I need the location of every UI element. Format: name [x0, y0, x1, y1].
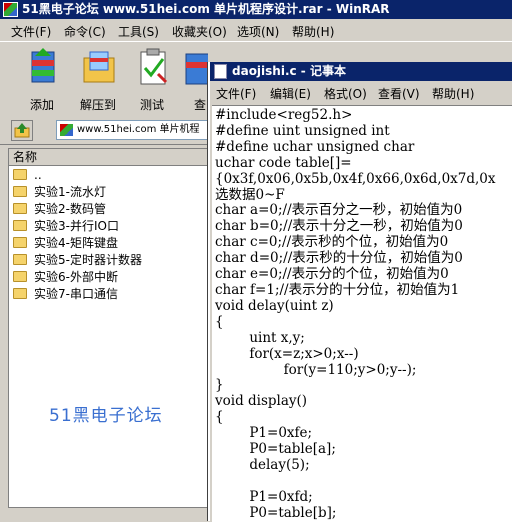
notepad-title-bar: daojishi.c - 记事本	[210, 62, 512, 81]
code-line: char b=0;//表示十分之一秒，初始值为0	[215, 218, 463, 235]
code-line: for(y=110;y>0;y--);	[215, 361, 417, 378]
notepad-window: daojishi.c - 记事本 文件(F) 编辑(E) 格式(O) 查看(V)…	[208, 62, 512, 522]
code-line: delay(5);	[215, 456, 310, 473]
folder-icon	[13, 169, 27, 180]
folder-icon	[13, 237, 27, 248]
extract-to-label: 解压到	[79, 98, 116, 112]
np-menu-help[interactable]: 帮助(H)	[432, 85, 474, 102]
code-line: char d=0;//表示秒的十分位，初始值为0	[215, 250, 463, 267]
up-folder-button[interactable]	[11, 120, 33, 141]
np-menu-file[interactable]: 文件(F)	[216, 85, 256, 102]
winrar-app-icon	[3, 2, 18, 17]
folder-icon	[13, 271, 27, 282]
code-line: char a=0;//表示百分之一秒，初始值为0	[215, 202, 463, 219]
code-line: uchar code table[]=	[215, 154, 352, 171]
code-line: }	[215, 377, 224, 394]
file-name: 实验7-串口通信	[34, 287, 118, 301]
code-line: char e=0;//表示分的个位，初始值为0	[215, 266, 449, 283]
winrar-title-bar: 51黑电子论坛 www.51hei.com 单片机程序设计.rar - WinR…	[0, 0, 512, 19]
rar-menu-help[interactable]: 帮助(H)	[292, 23, 334, 40]
file-row-6[interactable]: 实验6-外部中断	[13, 269, 118, 286]
file-name: 实验2-数码管	[34, 202, 106, 216]
file-name: 实验1-流水灯	[34, 185, 106, 199]
code-line: P1=0xfe;	[215, 425, 313, 442]
code-line: {	[215, 313, 224, 330]
archive-path-text: www.51hei.com 单片机程	[77, 124, 200, 135]
extract-to-button[interactable]: 解压到	[74, 48, 122, 112]
column-header-name[interactable]: 名称	[9, 149, 207, 166]
rar-menu-tools[interactable]: 工具(S)	[118, 23, 159, 40]
code-line: {	[215, 409, 224, 426]
file-row-7[interactable]: 实验7-串口通信	[13, 286, 118, 303]
file-row-3[interactable]: 实验3-并行IO口	[13, 218, 119, 235]
file-row-parent[interactable]: ..	[13, 167, 42, 184]
file-row-4[interactable]: 实验4-矩阵键盘	[13, 235, 118, 252]
view-icon	[185, 53, 208, 85]
rar-menu-file[interactable]: 文件(F)	[11, 23, 51, 40]
test-button[interactable]: 测试	[128, 48, 176, 112]
file-list: 名称 .. 实验1-流水灯 实验2-数码管 实验3-并行IO口 实验4-矩阵键盘…	[8, 148, 208, 508]
code-line: P0=table[a];	[215, 441, 336, 458]
rar-menu-favorites[interactable]: 收藏夹(O)	[172, 23, 227, 40]
winrar-window-title: 51黑电子论坛 www.51hei.com 单片机程序设计.rar - WinR…	[22, 2, 390, 16]
code-line: uint x,y;	[215, 329, 305, 346]
add-button[interactable]: 添加	[18, 48, 66, 112]
code-line: char c=0;//表示秒的个位，初始值为0	[215, 234, 449, 251]
code-line: P1=0xfd;	[215, 488, 313, 505]
notepad-app-icon	[214, 64, 227, 79]
np-menu-view[interactable]: 查看(V)	[378, 85, 420, 102]
code-line: #define uchar unsigned char	[215, 138, 415, 155]
notepad-menu-bar: 文件(F) 编辑(E) 格式(O) 查看(V) 帮助(H)	[210, 81, 512, 103]
folder-icon	[13, 220, 27, 231]
winrar-status-bar	[0, 510, 210, 521]
winrar-menu-bar: 文件(F) 命令(C) 工具(S) 收藏夹(O) 选项(N) 帮助(H)	[0, 19, 512, 41]
np-menu-format[interactable]: 格式(O)	[324, 85, 367, 102]
file-row-5[interactable]: 实验5-定时器计数器	[13, 252, 142, 269]
source-code-text: #include<reg52.h> #define uint unsigned i…	[212, 106, 512, 522]
file-row-2[interactable]: 实验2-数码管	[13, 201, 106, 218]
view-button-label: 查	[194, 98, 207, 112]
archive-icon	[60, 124, 73, 136]
code-line: #define uint unsigned int	[215, 122, 390, 139]
file-row-1[interactable]: 实验1-流水灯	[13, 184, 106, 201]
folder-icon	[13, 186, 27, 197]
file-name: 实验4-矩阵键盘	[34, 236, 118, 250]
code-line: {0x3f,0x06,0x5b,0x4f,0x66,0x6d,0x7d,0x	[215, 170, 496, 187]
extract-folder-icon	[83, 51, 115, 83]
column-name-label: 名称	[13, 150, 38, 164]
file-name: 实验6-外部中断	[34, 270, 118, 284]
code-line: P0=table[b];	[215, 504, 337, 521]
add-button-label: 添加	[29, 98, 54, 112]
folder-icon	[13, 288, 27, 299]
notepad-window-title: daojishi.c - 记事本	[232, 64, 346, 78]
rar-menu-options[interactable]: 选项(N)	[237, 23, 279, 40]
test-button-label: 测试	[139, 98, 164, 112]
add-archive-icon	[31, 48, 55, 83]
file-name: 实验5-定时器计数器	[34, 253, 142, 267]
code-line: void delay(uint z)	[215, 297, 334, 314]
folder-icon	[13, 254, 27, 265]
np-menu-edit[interactable]: 编辑(E)	[270, 85, 311, 102]
up-arrow-icon	[14, 123, 30, 138]
code-line: for(x=z;x>0;x--)	[215, 345, 359, 362]
test-clipboard-icon	[140, 48, 168, 85]
folder-icon	[13, 203, 27, 214]
file-name: 实验3-并行IO口	[34, 219, 119, 233]
file-name: ..	[34, 168, 42, 182]
rar-menu-commands[interactable]: 命令(C)	[64, 23, 106, 40]
code-line: char f=1;//表示分的十分位，初始值为1	[215, 281, 460, 298]
forum-watermark: 51黑电子论坛	[49, 406, 163, 426]
view-button[interactable]: 查	[180, 48, 208, 112]
code-line: #include<reg52.h>	[215, 107, 353, 123]
archive-path-field[interactable]: www.51hei.com 单片机程	[56, 120, 216, 140]
notepad-text-area[interactable]: #include<reg52.h> #define uint unsigned i…	[212, 105, 512, 522]
code-line: void display()	[215, 393, 308, 410]
